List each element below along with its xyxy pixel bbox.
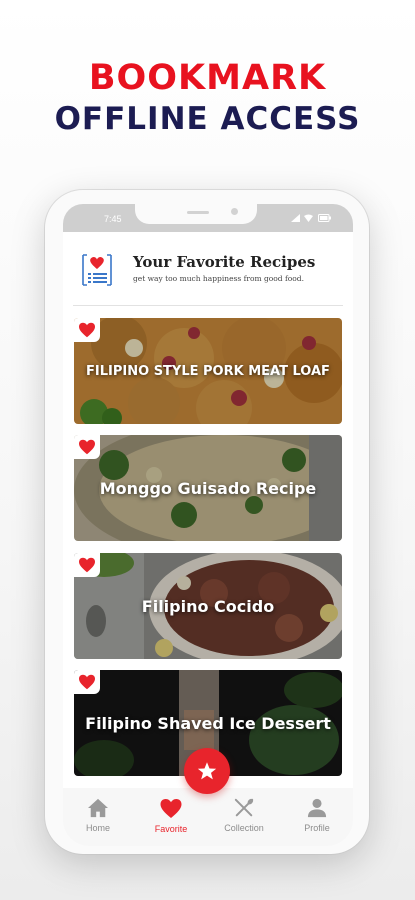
nav-item-profile[interactable]: Profile	[287, 798, 347, 833]
status-time: 7:45	[104, 214, 122, 224]
nav-item-home[interactable]: Home	[68, 798, 128, 833]
favorite-toggle[interactable]	[74, 318, 100, 342]
nav-label-favorite: Favorite	[154, 824, 188, 834]
recipe-card-filipino-cocido[interactable]: Filipino Cocido	[74, 553, 342, 659]
page-subtitle: get way too much happiness from good foo…	[133, 274, 304, 283]
battery-icon	[318, 214, 331, 222]
nav-label-profile: Profile	[304, 823, 330, 833]
phone-notch	[135, 204, 257, 224]
header-divider	[73, 305, 343, 306]
favorite-toggle[interactable]	[74, 553, 100, 577]
nav-label-collection: Collection	[224, 823, 264, 833]
recipe-card-monggo-guisado[interactable]: Monggo Guisado Recipe	[74, 435, 342, 541]
recipe-title: Filipino Cocido	[141, 596, 275, 616]
status-bar: 7:45	[63, 204, 353, 232]
star-fab-button[interactable]	[184, 748, 230, 794]
signal-icon	[290, 214, 300, 222]
nav-item-collection[interactable]: Collection	[214, 798, 274, 833]
recipe-card-pork-meat-loaf[interactable]: FILIPINO STYLE PORK MEAT LOAF	[74, 318, 342, 424]
page-title: Your Favorite Recipes	[133, 253, 316, 271]
bottom-navigation: Home Favorite Collection Profile	[63, 788, 353, 846]
wifi-icon	[304, 214, 314, 222]
nav-label-home: Home	[85, 823, 110, 833]
star-icon	[197, 762, 217, 780]
heart-icon	[79, 439, 95, 455]
heart-icon	[160, 798, 182, 819]
page-header: Your Favorite Recipes get way too much h…	[63, 232, 353, 306]
heart-icon	[79, 322, 95, 338]
recipe-title: FILIPINO STYLE PORK MEAT LOAF	[86, 363, 330, 379]
front-camera	[231, 208, 238, 215]
promo-headline-bookmark: BOOKMARK	[88, 58, 327, 98]
person-icon	[307, 798, 327, 818]
heart-icon	[79, 557, 95, 573]
home-icon	[88, 798, 108, 818]
heart-icon	[79, 674, 95, 690]
speaker-slot	[187, 211, 209, 214]
heart-list-icon	[82, 254, 112, 286]
promo-headline-offline-access: OFFLINE ACCESS	[54, 101, 361, 137]
recipe-title: Monggo Guisado Recipe	[99, 478, 317, 498]
app-screen: 7:45 Your Favorite Recipes get way too m…	[63, 204, 353, 846]
favorite-toggle[interactable]	[74, 670, 100, 694]
favorite-toggle[interactable]	[74, 435, 100, 459]
fork-knife-icon	[234, 798, 254, 817]
status-icons	[290, 214, 331, 224]
nav-item-favorite[interactable]: Favorite	[141, 798, 201, 834]
